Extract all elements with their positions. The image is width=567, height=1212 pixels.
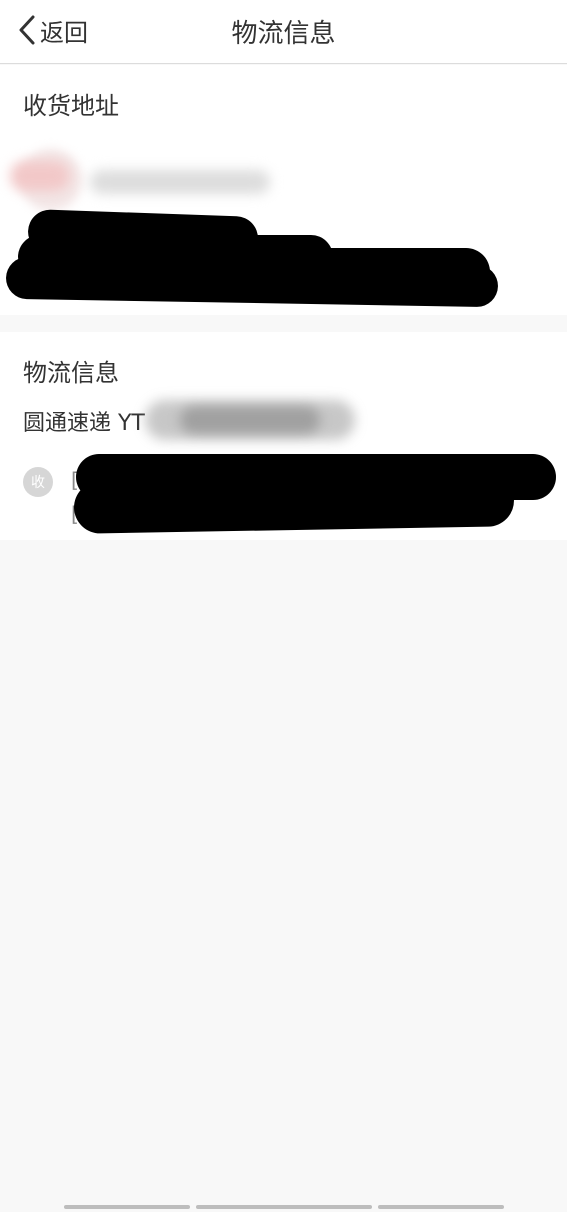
home-indicator [64, 1205, 190, 1209]
home-indicator [196, 1205, 372, 1209]
carrier-label: 圆通速递 YT [23, 411, 145, 436]
tracking-event-redaction [100, 464, 300, 494]
logistics-info-card: 物流信息 圆通速递 YT 收 [ [ [0, 332, 567, 540]
page-title: 物流信息 [231, 19, 336, 49]
recipient-name-blur [10, 161, 70, 191]
logistics-info-title: 物流信息 [23, 359, 119, 387]
shipping-address-title: 收货地址 [23, 92, 119, 120]
tracking-number-blur [180, 406, 320, 434]
carrier-tracking-number: 圆通速递 YT [23, 405, 145, 437]
shipping-address-card: 收货地址 [0, 65, 567, 315]
address-redaction [250, 248, 490, 296]
recipient-info-blur [90, 170, 270, 194]
navigation-bar: 返回 物流信息 [0, 0, 567, 64]
home-indicator [378, 1205, 504, 1209]
received-status-badge: 收 [23, 467, 53, 497]
